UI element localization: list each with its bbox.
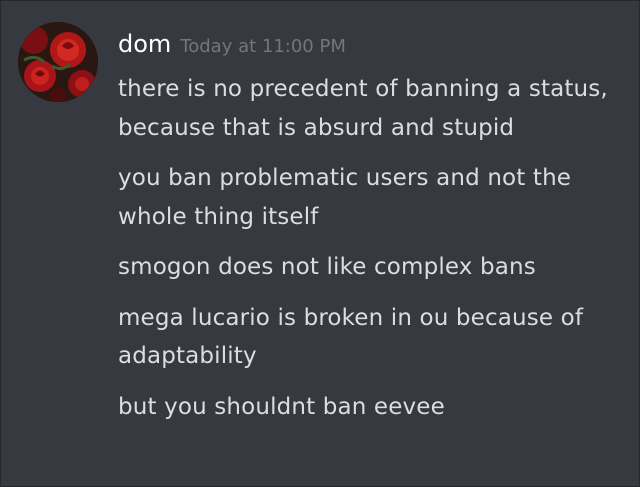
message-text: there is no precedent of banning a statu… <box>118 76 608 141</box>
message-text: you ban problematic users and not the wh… <box>118 165 572 230</box>
message-text: mega lucario is broken in ou because of … <box>118 304 584 370</box>
message-text: smogon does not like complex bans <box>118 254 536 280</box>
message-list: there is no precedent of banning a statu… <box>118 70 623 426</box>
message-group: dom Today at 11:00 PM there is no preced… <box>0 0 640 487</box>
message-text: but you shouldnt ban eevee <box>118 393 445 420</box>
username[interactable]: dom <box>118 26 171 62</box>
avatar[interactable] <box>18 22 98 102</box>
message-header: dom Today at 11:00 PM <box>118 26 346 62</box>
timestamp[interactable]: Today at 11:00 PM <box>180 29 346 65</box>
rose-avatar-icon <box>18 22 98 102</box>
